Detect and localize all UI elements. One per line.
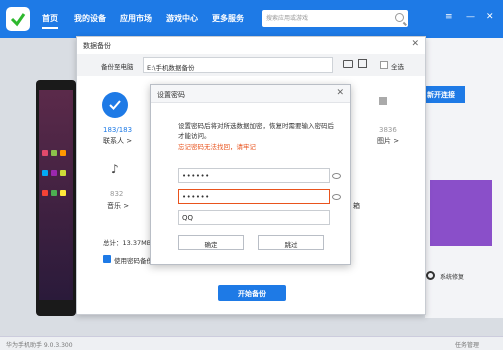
music-count: 832: [110, 190, 124, 198]
app-icon: [60, 190, 66, 196]
contacts-count: 183/183: [103, 126, 133, 134]
nav-more-services[interactable]: 更多服务: [212, 13, 244, 24]
search-placeholder: 搜索应用或游戏: [266, 15, 309, 22]
app-icon: [51, 170, 57, 176]
folder-icon[interactable]: [343, 60, 353, 68]
pictures-label[interactable]: 图片 >: [377, 136, 399, 146]
phone-preview: [36, 80, 76, 316]
minimize-icon[interactable]: —: [466, 12, 475, 22]
top-navigation-bar: 首页 我的设备 应用市场 游戏中心 更多服务 搜索应用或游戏 ≡ — ✕: [0, 0, 503, 38]
pictures-count: 3836: [379, 126, 397, 134]
app-icon: [42, 190, 48, 196]
edit-icon[interactable]: [358, 59, 367, 68]
app-icon: [42, 170, 48, 176]
dialog-title: 设置密码: [157, 91, 185, 99]
eye-icon[interactable]: [332, 194, 341, 200]
picture-icon: [379, 97, 387, 105]
select-all-checkbox[interactable]: [380, 61, 388, 69]
backup-path-field[interactable]: E:\手机数据备份: [143, 57, 333, 73]
dialog-warning: 忘记密码无法找回，请牢记: [178, 143, 256, 151]
phone-screen: [39, 90, 73, 300]
backup-close-icon[interactable]: ✕: [411, 39, 419, 49]
backup-window-title: 数据备份: [83, 42, 111, 50]
backup-to-pc-label: 备份至电脑: [101, 63, 134, 71]
total-size: 总计：13.37MB: [103, 239, 152, 247]
skip-button[interactable]: 跳过: [258, 235, 324, 250]
app-logo: [6, 7, 30, 31]
app-icon: [60, 150, 66, 156]
music-label[interactable]: 音乐 >: [107, 201, 129, 211]
partial-category-label: 箱: [353, 202, 360, 210]
dialog-description: 设置密码后将对所选数据加密，恢复时需要输入密码后才能访问。: [178, 122, 334, 140]
dialog-close-icon[interactable]: ✕: [336, 88, 344, 98]
menu-icon[interactable]: ≡: [445, 12, 453, 22]
version-text: 华为手机助手 9.0.3.300: [6, 342, 73, 349]
app-icon: [60, 170, 66, 176]
use-password-checkbox[interactable]: [103, 255, 111, 263]
app-icon: [51, 150, 57, 156]
backup-path-row: 备份至电脑 E:\手机数据备份 全选: [77, 54, 425, 76]
password-field[interactable]: ••••••: [178, 168, 330, 183]
close-icon[interactable]: ✕: [486, 12, 494, 22]
confirm-password-field[interactable]: ••••••: [178, 189, 330, 204]
wallpaper-preview: [430, 180, 492, 246]
nav-my-device[interactable]: 我的设备: [74, 13, 106, 24]
search-input[interactable]: 搜索应用或游戏: [262, 10, 408, 27]
eye-icon[interactable]: [332, 173, 341, 179]
system-repair-link[interactable]: 系统修复: [440, 272, 464, 281]
music-icon: ♪: [111, 162, 119, 176]
app-icon: [51, 190, 57, 196]
gear-icon: [426, 271, 435, 280]
contacts-checked-icon[interactable]: [102, 92, 128, 118]
password-hint-field[interactable]: QQ: [178, 210, 330, 225]
set-password-dialog: 设置密码 ✕ 设置密码后将对所选数据加密，恢复时需要输入密码后才能访问。 忘记密…: [150, 84, 351, 265]
confirm-button[interactable]: 确定: [178, 235, 244, 250]
nav-game-center[interactable]: 游戏中心: [166, 13, 198, 24]
app-icon: [42, 150, 48, 156]
status-bar: 华为手机助手 9.0.3.300 任务管理: [0, 336, 503, 350]
nav-home[interactable]: 首页: [42, 13, 58, 29]
nav-app-market[interactable]: 应用市场: [120, 13, 152, 24]
task-manager-link[interactable]: 任务管理: [455, 340, 479, 349]
contacts-label[interactable]: 联系人 >: [103, 136, 132, 146]
start-backup-button[interactable]: 开始备份: [218, 285, 286, 301]
dialog-header: 设置密码 ✕: [151, 85, 350, 103]
use-password-label: 使用密码备份: [114, 257, 153, 265]
select-all-label: 全选: [391, 63, 404, 71]
search-icon[interactable]: [395, 13, 404, 22]
new-connection-button[interactable]: 新开连接: [425, 86, 465, 103]
